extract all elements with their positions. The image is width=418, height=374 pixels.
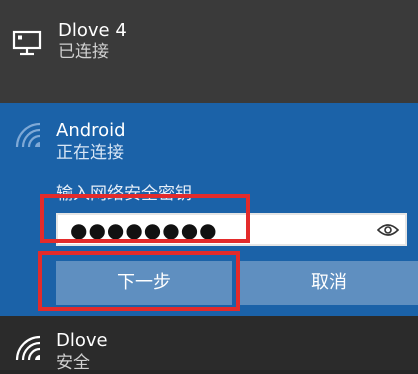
network-status: 安全 <box>56 353 90 373</box>
network-name: Android <box>56 120 126 141</box>
eye-icon[interactable] <box>376 222 400 242</box>
network-status: 已连接 <box>58 42 109 62</box>
wifi-icon <box>14 121 46 151</box>
ethernet-monitor-icon <box>12 30 44 56</box>
cancel-button[interactable]: 取消 <box>240 261 418 305</box>
network-name: Dlove <box>56 330 108 351</box>
password-label: 输入网络安全密钥 <box>56 184 192 204</box>
network-item-android[interactable]: Android 正在连接 输入网络安全密钥 ●●●●●●●● 下一步 取消 <box>0 103 418 316</box>
network-item-dlove4[interactable]: Dlove 4 已连接 <box>0 0 418 103</box>
network-status: 正在连接 <box>56 143 124 163</box>
next-button[interactable]: 下一步 <box>56 261 232 305</box>
network-name: Dlove 4 <box>58 20 127 41</box>
network-item-dlove[interactable]: Dlove 安全 <box>0 316 418 373</box>
password-value: ●●●●●●●● <box>70 218 218 242</box>
password-field[interactable]: ●●●●●●●● <box>56 213 407 246</box>
wifi-icon <box>14 334 46 364</box>
